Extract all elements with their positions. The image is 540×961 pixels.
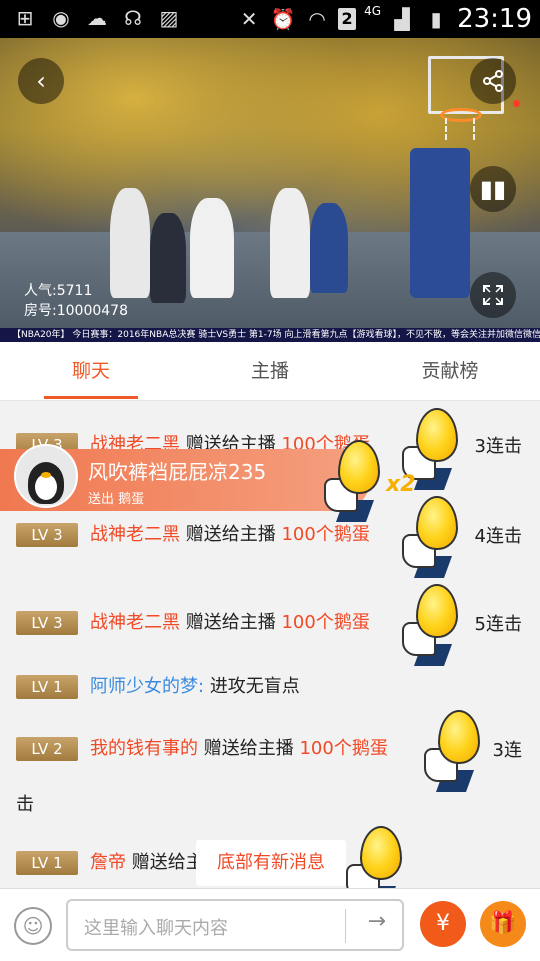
video-info: 人气:5711 房号:10000478 [24, 281, 128, 321]
weather-cloud-icon: ☁ [87, 6, 107, 30]
new-message-toast[interactable]: 底部有新消息 [196, 840, 346, 886]
signal-icon: ▟ [394, 7, 410, 31]
tab-bar: 聊天 主播 贡献榜 [0, 342, 540, 401]
egg-gift-icon [318, 440, 388, 522]
pause-button[interactable]: ▮▮ [470, 166, 516, 212]
player-figure [150, 213, 186, 303]
pause-icon: ▮▮ [479, 175, 507, 203]
chat-message: LV 2 我的钱有事的 赠送给主播 100个鹅蛋 [16, 734, 388, 761]
mute-icon: ✕ [240, 7, 258, 31]
gift-sent-text: 送出 鹅蛋 [88, 492, 145, 507]
alarm-icon: ⏰ [270, 7, 296, 31]
message-action: 赠送给主播 [185, 612, 276, 633]
avatar[interactable] [14, 444, 78, 508]
wifi-icon: ◠ [308, 7, 326, 31]
message-action: 赠送给主 [131, 852, 204, 873]
combo-count: 3连击 [474, 436, 522, 457]
notification-icons: ⊞ ◉ ☁ ☊ ▨ [12, 5, 182, 31]
chat-input-placeholder: 这里输入聊天内容 [84, 918, 228, 939]
active-tab-indicator [44, 396, 138, 399]
add-notification-icon: ⊞ [16, 6, 34, 30]
chat-message: LV 3 战神老二黑 赠送给主播 100个鹅蛋 [16, 520, 370, 547]
egg-gift-icon [418, 710, 488, 792]
message-text: 进攻无盲点 [209, 676, 300, 697]
share-button[interactable] [470, 58, 516, 104]
back-button[interactable]: ‹ [18, 58, 64, 104]
room-number: 房号:10000478 [24, 303, 128, 319]
money-bag-icon: ¥ [436, 911, 450, 936]
player-figure [310, 203, 348, 293]
status-bar: ⊞ ◉ ☁ ☊ ▨ ✕ ⏰ ◠ 2 4G ▟ ▮ 23:19 [0, 0, 540, 38]
hoop-stand [410, 148, 470, 298]
combo-count: 4连击 [474, 526, 522, 547]
level-badge: LV 3 [16, 611, 78, 635]
input-divider [345, 909, 346, 943]
video-player[interactable]: ‹ ▮▮ 人气:5711 房号:10000478 【NBA20年】 今日赛事：2… [0, 38, 540, 342]
username[interactable]: 战神老二黑 [90, 612, 180, 633]
gift-button[interactable]: 🎁 [480, 901, 526, 947]
sim-slot-badge: 2 [338, 8, 357, 30]
egg-gift-icon [340, 826, 410, 888]
system-icons: ✕ ⏰ ◠ 2 4G ▟ ▮ 23:19 [236, 4, 532, 34]
egg-gift-icon [396, 584, 466, 666]
chat-message: LV 3 战神老二黑 赠送给主播 100个鹅蛋 [16, 608, 370, 635]
level-badge: LV 1 [16, 675, 78, 699]
gift-name: 100个鹅蛋 [281, 524, 370, 545]
username[interactable]: 阿师少女的梦: [90, 676, 204, 697]
username[interactable]: 战神老二黑 [90, 524, 180, 545]
combo-wrap-text: 击 [16, 794, 34, 815]
fullscreen-button[interactable] [470, 272, 516, 318]
player-figure [270, 188, 310, 298]
chat-message: LV 1 阿师少女的梦: 进攻无盲点 [16, 672, 300, 699]
level-badge: LV 1 [16, 851, 78, 875]
combo-count: 3连 [492, 740, 522, 761]
gift-box-icon: 🎁 [489, 911, 517, 936]
back-arrow-icon: ‹ [36, 67, 46, 95]
fullscreen-icon [483, 285, 503, 305]
message-action: 赠送给主播 [185, 524, 276, 545]
tab-host[interactable]: 主播 [210, 342, 330, 400]
gift-multiplier: x2 [386, 472, 416, 497]
tab-chat[interactable]: 聊天 [31, 342, 151, 400]
share-notification-dot [513, 100, 520, 107]
chat-message: LV 1 詹帝 赠送给主 [16, 848, 204, 875]
hoop-net [445, 118, 475, 140]
combo-count: 5连击 [474, 614, 522, 635]
player-figure [190, 198, 234, 298]
egg-gift-icon [396, 496, 466, 578]
level-badge: LV 3 [16, 523, 78, 547]
battery-icon: ▮ [430, 7, 442, 31]
headset-chat-icon: ☊ [124, 6, 142, 30]
popularity-count: 人气:5711 [24, 283, 93, 299]
smiley-icon: ☺ [22, 914, 44, 938]
username[interactable]: 詹帝 [90, 852, 126, 873]
level-badge: LV 2 [16, 737, 78, 761]
network-type: 4G [364, 4, 382, 18]
clock: 23:19 [457, 4, 532, 34]
emoji-button[interactable]: ☺ [14, 907, 52, 945]
send-button[interactable]: → [368, 909, 386, 934]
tab-contribution-ranking[interactable]: 贡献榜 [390, 342, 510, 400]
money-bag-button[interactable]: ¥ [420, 901, 466, 947]
gift-name: 100个鹅蛋 [281, 612, 370, 633]
arrow-right-icon: → [367, 909, 386, 934]
chat-input[interactable]: 这里输入聊天内容 → [66, 899, 404, 951]
username[interactable]: 我的钱有事的 [90, 738, 198, 759]
gift-sender-name: 风吹裤裆屁屁凉235 [88, 460, 267, 484]
qq-browser-icon: ◉ [52, 6, 70, 30]
gift-name: 100个鹅蛋 [299, 738, 388, 759]
message-action: 赠送给主播 [203, 738, 294, 759]
broadcast-ticker: 【NBA20年】 今日赛事：2016年NBA总决赛 骑士VS勇士 第1-7场 向… [0, 328, 540, 342]
share-icon [483, 70, 503, 92]
image-icon: ▨ [159, 6, 179, 30]
chat-input-bar: ☺ 这里输入聊天内容 → ¥ 🎁 [0, 888, 540, 961]
